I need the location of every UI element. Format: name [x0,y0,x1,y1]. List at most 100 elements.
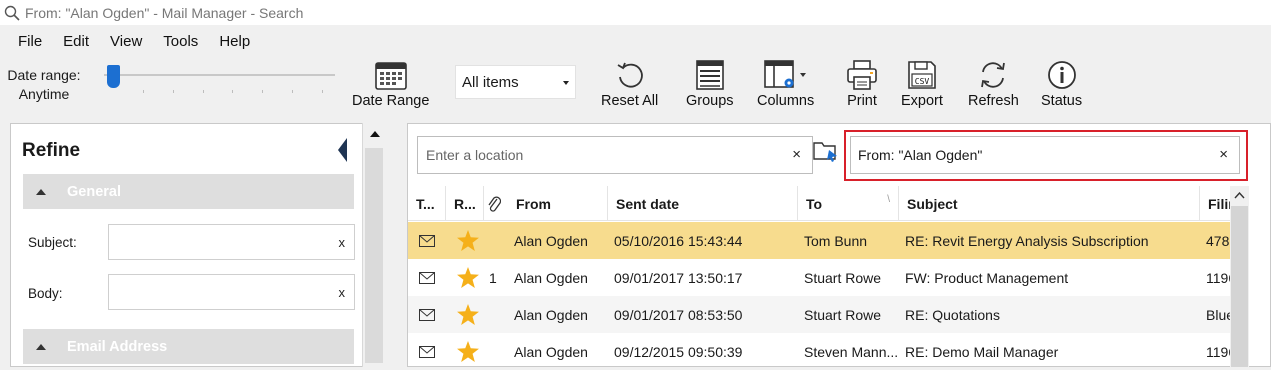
mail-icon [419,345,435,358]
attachment-count [484,222,508,259]
refine-scrollbar[interactable] [362,123,386,367]
refine-title: Refine [22,140,81,161]
cell-to: Tom Bunn [804,232,868,249]
print-button[interactable]: Print [845,58,879,109]
calendar-icon [374,62,407,90]
column-filing[interactable]: Filin [1200,186,1230,221]
refine-panel: Refine General Subject: x Body: x Email … [10,123,386,367]
date-range-label: Date range: Anytime [4,66,84,104]
star-icon[interactable] [457,267,479,288]
table-row[interactable]: Alan Ogden 05/10/2016 15:43:44 Tom Bunn … [408,222,1230,259]
cell-sent-date: 05/10/2016 15:43:44 [614,232,743,249]
collapse-panel-icon[interactable] [337,138,349,162]
scrollbar-thumb[interactable] [1231,206,1248,367]
date-range-slider-track[interactable] [104,74,335,76]
column-to[interactable]: To \ [798,186,899,221]
cell-from: Alan Ogden [514,343,588,360]
menu-tools[interactable]: Tools [163,33,198,50]
scrollbar-thumb[interactable] [365,148,383,363]
cell-filing: 478 [1206,232,1230,249]
columns-button[interactable]: Columns [757,58,814,109]
table-row[interactable]: Alan Ogden 09/12/2015 09:50:39 Steven Ma… [408,333,1230,370]
column-type[interactable]: T... [408,186,446,221]
slider-tick [262,90,263,93]
clear-body-button[interactable]: x [339,285,346,300]
menu-help[interactable]: Help [219,33,250,50]
column-sent-date[interactable]: Sent date [608,186,798,221]
menu-bar: File Edit View Tools Help [0,28,271,54]
section-email-address[interactable]: Email Address [23,329,354,364]
clear-search-button[interactable]: × [1219,146,1228,163]
location-input[interactable]: Enter a location × [417,136,813,174]
columns-icon [763,60,806,88]
body-label: Body: [28,286,63,301]
attachment-count: 1 [489,269,497,286]
clear-subject-button[interactable]: x [339,235,346,250]
cell-sent-date: 09/12/2015 09:50:39 [614,343,743,360]
menu-edit[interactable]: Edit [63,33,89,50]
reset-all-button[interactable]: Reset All [601,58,658,109]
cell-filing: 1196 [1206,343,1230,360]
column-attachment[interactable] [484,186,508,221]
scroll-up-icon[interactable] [370,131,380,137]
section-general[interactable]: General [23,174,354,209]
search-query-input[interactable]: From: "Alan Ogden" × [850,136,1240,174]
toolbar: Date range: Anytime Date Range All items… [0,56,1271,116]
status-button[interactable]: Status [1041,58,1082,109]
subject-field[interactable]: x [108,224,355,260]
table-row[interactable]: 1 Alan Ogden 09/01/2017 13:50:17 Stuart … [408,259,1230,296]
column-subject[interactable]: Subject [899,186,1200,221]
date-range-button[interactable]: Date Range [352,58,429,109]
column-read[interactable]: R... [446,186,484,221]
star-icon[interactable] [457,341,479,362]
column-from[interactable]: From [508,186,608,221]
refresh-icon [981,62,1006,88]
cell-to: Stuart Rowe [804,306,882,323]
scroll-up-icon[interactable] [1234,192,1245,199]
cell-sent-date: 09/01/2017 08:53:50 [614,306,743,323]
browse-folder-icon[interactable] [813,140,839,162]
menu-view[interactable]: View [110,33,142,50]
refresh-button[interactable]: Refresh [968,58,1019,109]
body-field[interactable]: x [108,274,355,310]
export-button[interactable]: CSV Export [901,58,943,109]
date-range-slider-thumb[interactable] [107,65,120,88]
filter-select[interactable]: All items [455,65,576,99]
printer-icon [847,60,877,90]
slider-tick [143,90,144,93]
table-row[interactable]: Alan Ogden 09/01/2017 08:53:50 Stuart Ro… [408,296,1230,333]
cell-sent-date: 09/01/2017 13:50:17 [614,269,743,286]
cell-filing: 1196 [1206,269,1230,286]
reset-icon [617,62,643,88]
cell-to: Stuart Rowe [804,269,882,286]
groups-button[interactable]: Groups [686,58,734,109]
window-title: From: "Alan Ogden" - Mail Manager - Sear… [25,4,304,21]
cell-from: Alan Ogden [514,232,588,249]
menu-file[interactable]: File [18,33,42,50]
attachment-count [484,296,508,333]
slider-tick [292,90,293,93]
clear-location-button[interactable]: × [792,146,801,163]
mail-icon [419,234,435,247]
star-icon[interactable] [457,304,479,325]
cell-subject: FW: Product Management [905,269,1069,286]
cell-subject: RE: Quotations [905,306,1000,323]
info-icon [1047,61,1076,89]
paperclip-icon [488,196,501,212]
slider-tick [322,90,323,93]
cell-to: Steven Mann... [804,343,899,360]
subject-label: Subject: [28,235,77,250]
cell-from: Alan Ogden [514,306,588,323]
collapse-triangle-icon [36,343,46,350]
results-scrollbar[interactable] [1230,186,1249,367]
table-header: T... R... From Sent date To \ Subject Fi… [408,186,1230,221]
collapse-triangle-icon [36,188,46,195]
star-icon[interactable] [457,230,479,251]
cell-subject: RE: Demo Mail Manager [905,343,1059,360]
cell-filing: Blue [1206,306,1230,323]
mail-icon [419,271,435,284]
slider-tick [173,90,174,93]
title-bar: From: "Alan Ogden" - Mail Manager - Sear… [0,0,1271,25]
groups-icon [695,60,724,90]
attachment-count [484,333,508,370]
